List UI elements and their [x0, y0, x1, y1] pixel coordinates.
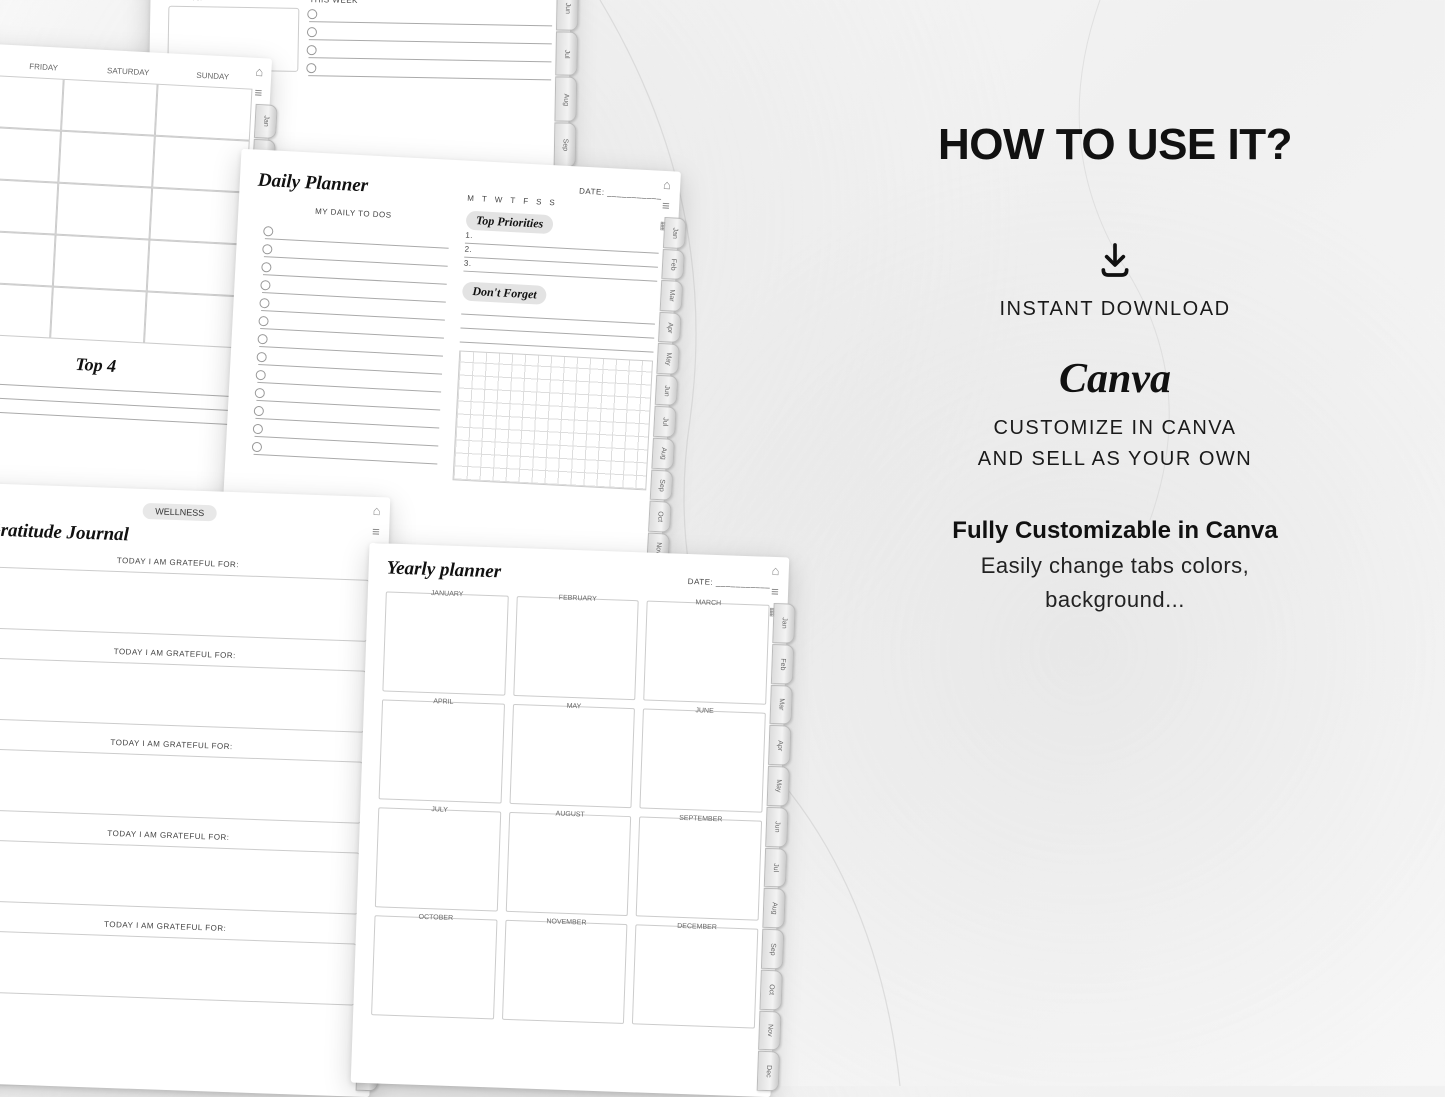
tab-month: Jul	[764, 847, 787, 887]
day-label: SUNDAY	[168, 0, 299, 4]
entry-box	[0, 839, 360, 914]
sub-line-2: background...	[845, 587, 1385, 613]
month-label: JULY	[379, 804, 500, 815]
gratitude-journal-page: ⌂ ≡ ▦ Jan Feb Mar Apr May Jun Jul Aug Se…	[0, 483, 390, 1097]
home-icon: ⌂	[663, 177, 672, 192]
tab-month: May	[767, 766, 790, 806]
info-panel: HOW TO USE IT? INSTANT DOWNLOAD Canva CU…	[845, 120, 1385, 613]
month-label: NOVEMBER	[506, 917, 627, 928]
side-tabs: May Jun Jul Aug Sep	[554, 0, 580, 168]
month-label: FEBRUARY	[517, 593, 638, 604]
habit-grid	[452, 350, 653, 490]
tab-month: Feb	[661, 249, 685, 281]
month-label: MARCH	[648, 598, 769, 609]
menu-icon: ≡	[771, 584, 779, 599]
tab-month: Nov	[758, 1010, 781, 1050]
sub-bold: Fully Customizable in Canva	[845, 517, 1385, 545]
entry-box	[0, 748, 363, 823]
tab-month: Sep	[761, 929, 784, 969]
page-title: Yearly planner	[386, 557, 501, 583]
year-grid: JANUARY FEBRUARY MARCH APRIL MAY JUNE JU…	[371, 591, 770, 1028]
month-label: JUNE	[644, 706, 765, 717]
day-header: SUNDAY	[172, 68, 253, 83]
menu-icon: ≡	[254, 85, 262, 100]
entry-box	[0, 930, 357, 1005]
tab-month: Apr	[768, 725, 791, 765]
tab-month: Jul	[555, 31, 578, 76]
yearly-planner-page: ⌂ ≡ ▦ Jan Feb Mar Apr May Jun Jul Aug Se…	[351, 543, 790, 1097]
tab-month: Oct	[760, 970, 783, 1010]
tab-month: Mar	[769, 684, 792, 724]
canva-logo: Canva	[845, 355, 1385, 403]
tab-month: Feb	[771, 644, 794, 684]
month-label: AUGUST	[510, 809, 631, 820]
page-subtitle: MY DAILY TO DOS	[256, 204, 450, 223]
month-label: OCTOBER	[375, 912, 496, 923]
page-corner-icons: ⌂ ≡	[254, 64, 264, 100]
tab-month: May	[656, 343, 680, 375]
day-header: SATURDAY	[88, 63, 169, 78]
day-header: FRIDAY	[3, 59, 84, 74]
tab-month: Dec	[757, 1051, 780, 1091]
tab-month: Aug	[762, 888, 785, 928]
heading: HOW TO USE IT?	[845, 120, 1385, 170]
step-download: INSTANT DOWNLOAD	[845, 298, 1385, 321]
month-label: MAY	[514, 701, 635, 712]
page-title: Daily Planner	[257, 170, 452, 202]
home-icon: ⌂	[255, 64, 264, 79]
step-customize-2: AND SELL AS YOUR OWN	[845, 448, 1385, 471]
tab-month: Aug	[554, 77, 577, 122]
tab-month: Apr	[658, 312, 682, 344]
home-icon: ⌂	[372, 503, 380, 518]
home-icon: ⌂	[771, 563, 779, 578]
tab-month: Mar	[660, 280, 684, 312]
month-label: JANUARY	[387, 588, 508, 599]
todo-line	[308, 58, 551, 80]
wellness-pill: WELLNESS	[143, 503, 217, 522]
tab-month: Jan	[254, 104, 278, 139]
month-label: DECEMBER	[637, 921, 758, 932]
sub-line-1: Easily change tabs colors,	[845, 553, 1385, 579]
tab-month: Jun	[655, 375, 679, 407]
entry-box	[0, 566, 369, 641]
tab-month: Aug	[651, 438, 675, 470]
month-grid	[0, 74, 252, 349]
tab-month: Sep	[554, 123, 577, 168]
tab-month: Jan	[772, 603, 795, 643]
tab-month: Jun	[556, 0, 579, 30]
tab-month: Jun	[765, 807, 788, 847]
step-customize-1: CUSTOMIZE IN CANVA	[845, 417, 1385, 440]
date-label: DATE: ___________	[688, 577, 771, 589]
entry-box	[0, 657, 366, 732]
month-label: SEPTEMBER	[640, 813, 761, 824]
tab-month: Oct	[648, 501, 672, 533]
menu-icon: ≡	[372, 524, 380, 539]
download-icon	[1095, 240, 1135, 280]
month-label: APRIL	[383, 696, 504, 707]
tab-month: Sep	[650, 469, 674, 501]
menu-icon: ≡	[662, 198, 670, 213]
tab-month: Jan	[663, 217, 687, 249]
tab-month: Jul	[653, 406, 677, 438]
